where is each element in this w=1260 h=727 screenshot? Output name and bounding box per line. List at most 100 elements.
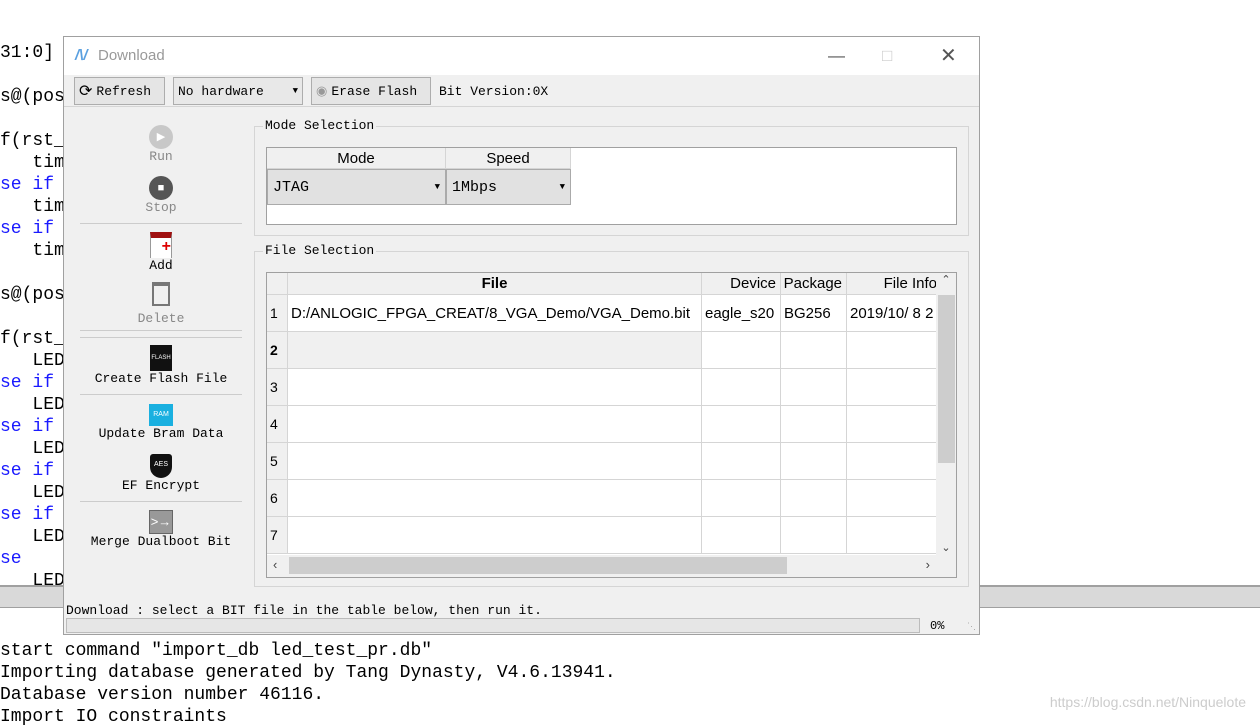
console-line: Importing database generated by Tang Dyn… <box>0 663 616 683</box>
title-bar: /\/ Download — □ ✕ <box>64 37 979 75</box>
code-line: tim <box>0 197 65 217</box>
table-cell: BG256 <box>781 295 847 332</box>
scroll-down-icon[interactable]: ⌄ <box>936 541 956 554</box>
table-cell <box>702 443 781 480</box>
flash-file-icon: FLASH <box>150 345 172 371</box>
console-line: start command "import_db led_test_pr.db" <box>0 641 433 661</box>
trash-icon <box>152 282 170 306</box>
stop-icon: ■ <box>149 176 173 200</box>
code-line: 31:0] <box>0 43 55 63</box>
column-header[interactable]: Package <box>781 273 847 295</box>
code-line: s@(pos <box>0 87 65 107</box>
table-cell <box>288 332 702 369</box>
aes-shield-icon: AES <box>150 454 172 478</box>
code-line: se if <box>0 461 55 481</box>
table-cell <box>781 332 847 369</box>
horizontal-scroll-thumb[interactable] <box>289 557 787 574</box>
column-header[interactable]: File Info <box>847 273 942 295</box>
maximize-button[interactable]: □ <box>882 46 892 66</box>
table-cell <box>288 480 702 517</box>
row-header[interactable]: 1 <box>267 295 288 332</box>
update-bram-button[interactable]: RAM Update Bram Data <box>80 403 242 441</box>
table-cell <box>288 443 702 480</box>
progress-label: 0% <box>930 619 945 633</box>
row-header[interactable]: 4 <box>267 406 288 443</box>
ram-chip-icon: RAM <box>149 404 173 426</box>
play-icon: ▶ <box>149 125 173 149</box>
run-button[interactable]: ▶ Run <box>80 125 242 164</box>
mode-selection-group: Mode Selection Mode Speed JTAG ▼ 1Mbps ▼ <box>254 118 969 236</box>
app-logo-icon: /\/ <box>75 47 88 64</box>
row-header[interactable]: 5 <box>267 443 288 480</box>
progress-bar <box>66 618 920 633</box>
table-cell <box>781 406 847 443</box>
console-line: Import IO constraints <box>0 707 227 727</box>
refresh-button[interactable]: ⟳ Refresh <box>74 77 165 105</box>
scroll-left-icon[interactable]: ‹ <box>273 557 277 572</box>
add-button[interactable]: + Add <box>80 232 242 273</box>
table-cell <box>781 369 847 406</box>
ef-encrypt-button[interactable]: AES EF Encrypt <box>80 453 242 493</box>
create-flash-file-button[interactable]: FLASH Create Flash File <box>80 345 242 386</box>
watermark: https://blog.csdn.net/Ninquelote <box>1049 694 1246 710</box>
vertical-scrollbar[interactable]: ⌃ ⌄ <box>936 273 956 556</box>
table-cell: eagle_s20 <box>702 295 781 332</box>
corner-header[interactable] <box>267 273 288 295</box>
table-cell <box>847 369 942 406</box>
table-cell: 2019/10/ 8 2 <box>847 295 942 332</box>
table-cell <box>847 480 942 517</box>
mode-select[interactable]: JTAG ▼ <box>267 169 446 205</box>
column-header[interactable]: Device <box>702 273 781 295</box>
code-line: LED <box>0 527 65 547</box>
code-line: f(rst_ <box>0 131 65 151</box>
merge-dualboot-button[interactable]: >→ Merge Dualboot Bit <box>80 510 242 549</box>
erase-flash-button[interactable]: ◉ Erase Flash <box>311 77 431 105</box>
column-header[interactable]: File <box>288 273 702 295</box>
speed-select[interactable]: 1Mbps ▼ <box>446 169 571 205</box>
table-cell <box>702 406 781 443</box>
code-line: LED <box>0 439 65 459</box>
chevron-down-icon: ▼ <box>292 86 298 96</box>
file-selection-group: File Selection 7 6 5 4 3 2 2019/10/ 8 2 BG256 ea… <box>254 243 969 587</box>
code-line: se if <box>0 373 55 393</box>
row-header[interactable]: 3 <box>267 369 288 406</box>
code-line: se if <box>0 505 55 525</box>
table-cell <box>847 332 942 369</box>
minimize-button[interactable]: — <box>828 46 845 66</box>
download-dialog: /\/ Download — □ ✕ ⟳ Refresh No hardware ▼… <box>63 36 980 635</box>
table-cell: D:/ANLOGIC_FPGA_CREAT/8_VGA_Demo/VGA_Dem… <box>288 295 702 332</box>
vertical-scroll-thumb[interactable] <box>938 295 955 463</box>
delete-button[interactable]: Delete <box>80 282 242 326</box>
table-cell <box>781 517 847 554</box>
stop-button[interactable]: ■ Stop <box>80 176 242 215</box>
code-line: se <box>0 549 22 569</box>
merge-icon: >→ <box>149 510 173 534</box>
mode-header: Mode <box>267 148 446 169</box>
code-line: s@(pos <box>0 285 65 305</box>
table-cell <box>847 517 942 554</box>
code-line: LED <box>0 395 65 415</box>
scroll-right-icon[interactable]: › <box>926 557 930 572</box>
close-button[interactable]: ✕ <box>940 43 957 68</box>
horizontal-scrollbar[interactable]: ‹ › <box>267 555 956 577</box>
code-line: tim <box>0 241 65 261</box>
row-header[interactable]: 2 <box>267 332 288 369</box>
bit-version-label: Bit Version:0X <box>439 84 549 99</box>
code-line: LED <box>0 351 65 371</box>
hardware-select[interactable]: No hardware ▼ <box>173 77 303 105</box>
table-cell <box>781 480 847 517</box>
code-line: tim <box>0 153 65 173</box>
code-line: se if <box>0 175 55 195</box>
row-header[interactable]: 6 <box>267 480 288 517</box>
resize-grip-icon[interactable]: ⋱ <box>967 621 976 632</box>
disc-icon: ◉ <box>316 83 328 99</box>
scroll-up-icon[interactable]: ⌃ <box>936 273 956 286</box>
row-header[interactable]: 7 <box>267 517 288 554</box>
dialog-title: Download <box>98 47 165 64</box>
refresh-icon: ⟳ <box>79 83 93 101</box>
file-table: 7 6 5 4 3 2 2019/10/ 8 2 BG256 eagle_s20 D:/ANLOG… <box>266 272 957 578</box>
console-line: Database version number 46116. <box>0 685 325 705</box>
table-cell <box>702 480 781 517</box>
add-file-icon: + <box>150 232 172 258</box>
table-cell <box>288 517 702 554</box>
